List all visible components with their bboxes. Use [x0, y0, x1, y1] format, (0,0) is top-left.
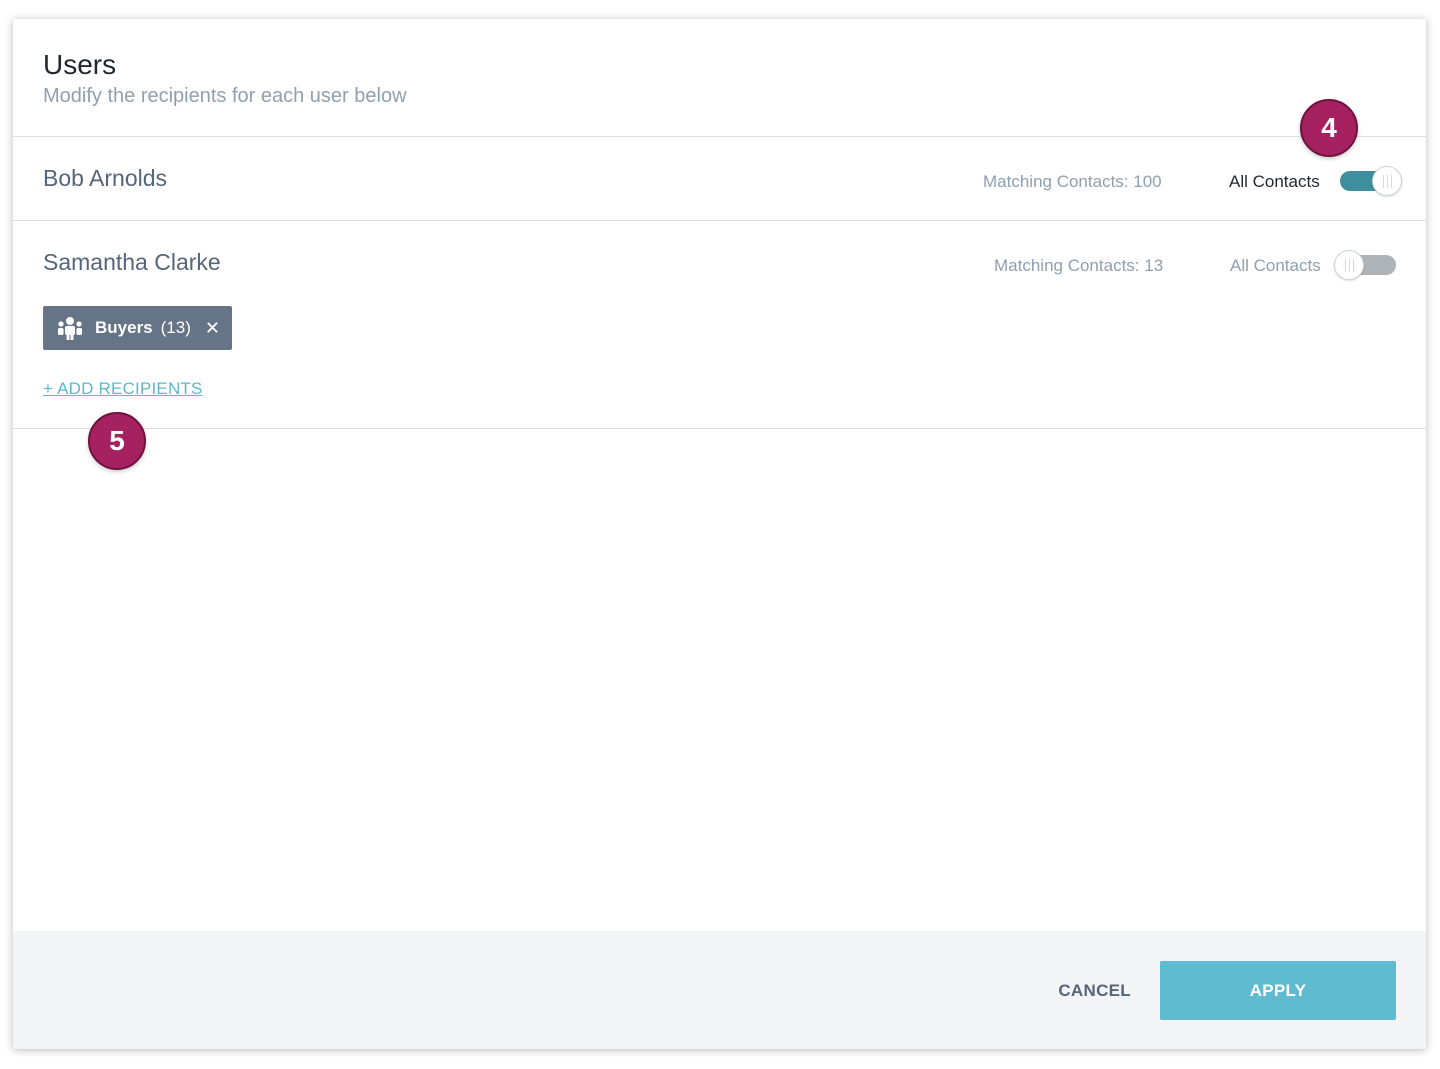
cancel-button[interactable]: CANCEL: [1058, 981, 1131, 1001]
user-name: Samantha Clarke: [43, 249, 221, 275]
chip-count: (13): [160, 318, 191, 337]
recipient-chip-buyers: Buyers (13) ✕: [43, 306, 232, 350]
people-icon: [58, 317, 82, 340]
dialog-title: Users: [43, 49, 117, 80]
all-contacts-label: All Contacts: [1229, 172, 1320, 191]
dialog-footer: CANCEL APPLY: [13, 931, 1426, 1049]
callout-badge-4: 4: [1300, 99, 1358, 157]
chip-name: Buyers: [95, 318, 153, 337]
callout-badge-5: 5: [88, 412, 146, 470]
dialog-subtitle: Modify the recipients for each user belo…: [43, 85, 407, 107]
user-row-bob-arnolds: Bob Arnolds Matching Contacts: 100 All C…: [13, 137, 1426, 221]
toggle-knob[interactable]: [1334, 250, 1364, 280]
all-contacts-toggle[interactable]: [1334, 250, 1396, 280]
apply-button[interactable]: APPLY: [1160, 961, 1396, 1020]
all-contacts-toggle[interactable]: [1340, 166, 1402, 196]
user-name: Bob Arnolds: [43, 165, 168, 191]
add-recipients-link[interactable]: + ADD RECIPIENTS: [43, 379, 203, 399]
all-contacts-label: All Contacts: [1230, 256, 1321, 275]
recipients-dialog: Users Modify the recipients for each use…: [13, 19, 1426, 1049]
user-row-samantha-clarke: Samantha Clarke Matching Contacts: 13 Al…: [13, 221, 1426, 429]
matching-contacts-count: Matching Contacts: 13: [994, 256, 1164, 275]
dialog-header: Users Modify the recipients for each use…: [13, 19, 1426, 137]
remove-chip-close-icon[interactable]: ✕: [205, 318, 220, 339]
toggle-knob[interactable]: [1372, 166, 1402, 196]
matching-contacts-count: Matching Contacts: 100: [983, 172, 1162, 191]
